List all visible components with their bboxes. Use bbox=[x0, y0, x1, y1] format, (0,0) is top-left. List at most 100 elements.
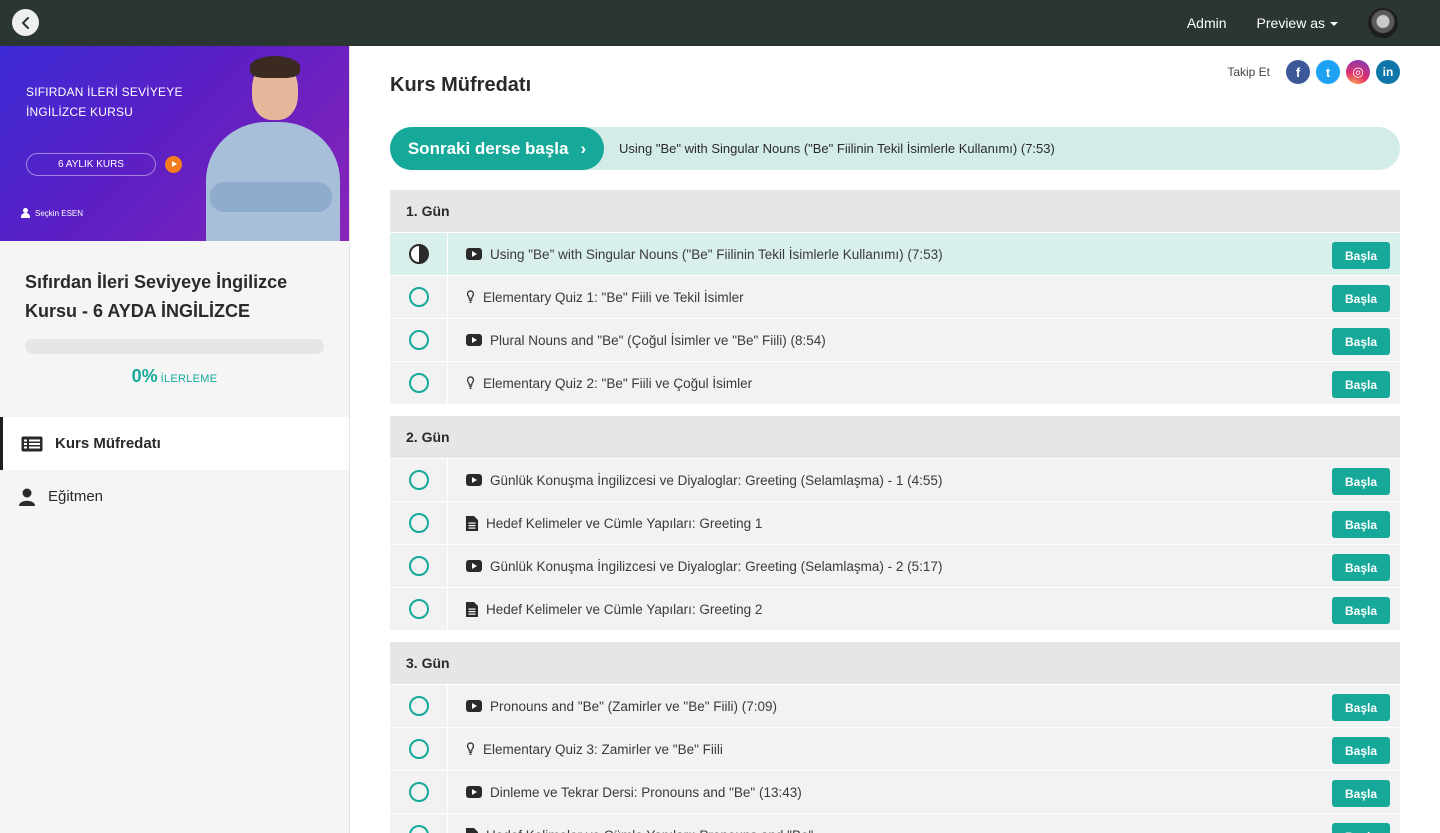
facebook-icon[interactable]: f bbox=[1286, 60, 1310, 84]
instructor-photo bbox=[200, 54, 340, 241]
lesson-status bbox=[390, 588, 448, 630]
lesson-row[interactable]: Günlük Konuşma İngilizcesi ve Diyaloglar… bbox=[390, 458, 1400, 501]
lesson-status bbox=[390, 502, 448, 544]
page-title: Kurs Müfredatı bbox=[390, 74, 532, 96]
lesson-status bbox=[390, 459, 448, 501]
lesson-status bbox=[390, 814, 448, 833]
top-nav: Admin Preview as bbox=[1187, 0, 1440, 46]
lesson-status bbox=[390, 276, 448, 318]
lesson-row[interactable]: Elementary Quiz 2: "Be" Fiili ve Çoğul İ… bbox=[390, 361, 1400, 404]
lesson-row[interactable]: Elementary Quiz 1: "Be" Fiili ve Tekil İ… bbox=[390, 275, 1400, 318]
lesson-status bbox=[390, 545, 448, 587]
next-lesson-bar: Sonraki derse başla › Using "Be" with Si… bbox=[390, 127, 1400, 170]
lesson-status bbox=[390, 233, 448, 275]
linkedin-icon[interactable]: in bbox=[1376, 60, 1400, 84]
progress-bar bbox=[25, 339, 324, 354]
next-lesson-title[interactable]: Using "Be" with Singular Nouns ("Be" Fii… bbox=[619, 141, 1055, 156]
curriculum-section: 2. Gün Günlük Konuşma İngilizcesi ve Diya… bbox=[390, 416, 1400, 630]
document-icon bbox=[466, 601, 478, 617]
sidebar: SIFIRDAN İLERİ SEVİYEYE İNGİLİZCE KURSU … bbox=[0, 46, 350, 833]
circle-icon bbox=[408, 287, 429, 307]
instructor-hair bbox=[250, 56, 300, 78]
start-lesson-button[interactable]: Başla bbox=[1332, 823, 1390, 833]
lesson-row[interactable]: Hedef Kelimeler ve Cümle Yapıları: Greet… bbox=[390, 501, 1400, 544]
lesson-row[interactable]: Dinleme ve Tekrar Dersi: Pronouns and "B… bbox=[390, 770, 1400, 813]
lesson-row[interactable]: Plural Nouns and "Be" (Çoğul İsimler ve … bbox=[390, 318, 1400, 361]
half-circle-icon bbox=[408, 244, 429, 264]
start-lesson-button[interactable]: Başla bbox=[1332, 328, 1390, 355]
document-icon bbox=[466, 827, 478, 833]
lesson-title: Hedef Kelimeler ve Cümle Yapıları: Greet… bbox=[486, 515, 763, 531]
lesson-title: Günlük Konuşma İngilizcesi ve Diyaloglar… bbox=[490, 558, 943, 574]
next-lesson-button[interactable]: Sonraki derse başla › bbox=[390, 127, 604, 170]
admin-link[interactable]: Admin bbox=[1187, 15, 1227, 31]
progress-value: 0% bbox=[131, 366, 158, 386]
twitter-icon[interactable]: t bbox=[1316, 60, 1340, 84]
lesson-title: Elementary Quiz 2: "Be" Fiili ve Çoğul İ… bbox=[483, 375, 753, 391]
lesson-row[interactable]: Hedef Kelimeler ve Cümle Yapıları: Prono… bbox=[390, 813, 1400, 833]
start-lesson-button[interactable]: Başla bbox=[1332, 468, 1390, 495]
section-title: 3. Gün bbox=[390, 642, 1400, 684]
list-icon bbox=[21, 436, 43, 452]
lesson-status bbox=[390, 728, 448, 770]
banner-title: SIFIRDAN İLERİ SEVİYEYE İNGİLİZCE KURSU bbox=[26, 82, 183, 122]
sidebar-nav: Kurs Müfredatı Eğitmen bbox=[0, 417, 349, 523]
circle-icon bbox=[408, 470, 429, 490]
circle-icon bbox=[408, 556, 429, 576]
lesson-row[interactable]: Elementary Quiz 3: Zamirler ve "Be" Fiil… bbox=[390, 727, 1400, 770]
video-icon bbox=[466, 786, 482, 798]
video-icon bbox=[466, 560, 482, 572]
top-bar: Admin Preview as bbox=[0, 0, 1440, 46]
start-lesson-button[interactable]: Başla bbox=[1332, 737, 1390, 764]
start-lesson-button[interactable]: Başla bbox=[1332, 694, 1390, 721]
lightbulb-icon bbox=[466, 376, 475, 390]
section-title: 2. Gün bbox=[390, 416, 1400, 458]
section-title: 1. Gün bbox=[390, 190, 1400, 232]
chevron-right-icon: › bbox=[580, 138, 587, 158]
lesson-row[interactable]: Günlük Konuşma İngilizcesi ve Diyaloglar… bbox=[390, 544, 1400, 587]
preview-as-dropdown[interactable]: Preview as bbox=[1257, 15, 1338, 31]
user-avatar[interactable] bbox=[1368, 8, 1398, 38]
chevron-left-icon bbox=[21, 16, 29, 29]
start-lesson-button[interactable]: Başla bbox=[1332, 371, 1390, 398]
start-lesson-button[interactable]: Başla bbox=[1332, 780, 1390, 807]
video-icon bbox=[466, 700, 482, 712]
lesson-status bbox=[390, 319, 448, 361]
lesson-status bbox=[390, 685, 448, 727]
start-lesson-button[interactable]: Başla bbox=[1332, 242, 1390, 269]
lesson-status bbox=[390, 771, 448, 813]
circle-icon bbox=[408, 696, 429, 716]
course-title: Sıfırdan İleri Seviyeye İngilizce Kursu … bbox=[25, 272, 288, 321]
banner-title-line1: SIFIRDAN İLERİ SEVİYEYE bbox=[26, 85, 183, 99]
play-icon bbox=[165, 156, 182, 173]
lesson-title: Hedef Kelimeler ve Cümle Yapıları: Greet… bbox=[486, 601, 763, 617]
lesson-row[interactable]: Pronouns and "Be" (Zamirler ve "Be" Fiil… bbox=[390, 684, 1400, 727]
lesson-title: Elementary Quiz 3: Zamirler ve "Be" Fiil… bbox=[483, 741, 723, 757]
sidebar-item-instructor[interactable]: Eğitmen bbox=[0, 470, 349, 523]
instagram-icon[interactable]: ◎ bbox=[1346, 60, 1370, 84]
next-lesson-button-label: Sonraki derse başla bbox=[407, 138, 569, 158]
preview-as-label: Preview as bbox=[1256, 15, 1325, 31]
curriculum-sections: 1. Gün Using "Be" with Singular Nouns ("B… bbox=[390, 190, 1400, 833]
circle-icon bbox=[408, 513, 429, 533]
curriculum-section: 1. Gün Using "Be" with Singular Nouns ("B… bbox=[390, 190, 1400, 404]
start-lesson-button[interactable]: Başla bbox=[1332, 554, 1390, 581]
banner-pill: 6 AYLIK KURS bbox=[26, 153, 156, 176]
start-lesson-button[interactable]: Başla bbox=[1332, 511, 1390, 538]
user-icon bbox=[21, 208, 30, 218]
lesson-row[interactable]: Hedef Kelimeler ve Cümle Yapıları: Greet… bbox=[390, 587, 1400, 630]
circle-icon bbox=[408, 782, 429, 802]
back-button[interactable] bbox=[12, 9, 39, 36]
lesson-title: Dinleme ve Tekrar Dersi: Pronouns and "B… bbox=[490, 784, 802, 800]
follow-label: Takip Et bbox=[1227, 65, 1270, 79]
lightbulb-icon bbox=[466, 290, 475, 304]
sidebar-item-curriculum[interactable]: Kurs Müfredatı bbox=[0, 417, 349, 470]
lesson-row[interactable]: Using "Be" with Singular Nouns ("Be" Fii… bbox=[390, 232, 1400, 275]
start-lesson-button[interactable]: Başla bbox=[1332, 597, 1390, 624]
start-lesson-button[interactable]: Başla bbox=[1332, 285, 1390, 312]
lesson-status bbox=[390, 362, 448, 404]
banner-author: Seçkin ESEN bbox=[21, 208, 83, 218]
curriculum-section: 3. Gün Pronouns and "Be" (Zamirler ve "Be… bbox=[390, 642, 1400, 833]
video-icon bbox=[466, 474, 482, 486]
main-content: Kurs Müfredatı Takip Et f t ◎ in Sonraki… bbox=[390, 46, 1400, 833]
